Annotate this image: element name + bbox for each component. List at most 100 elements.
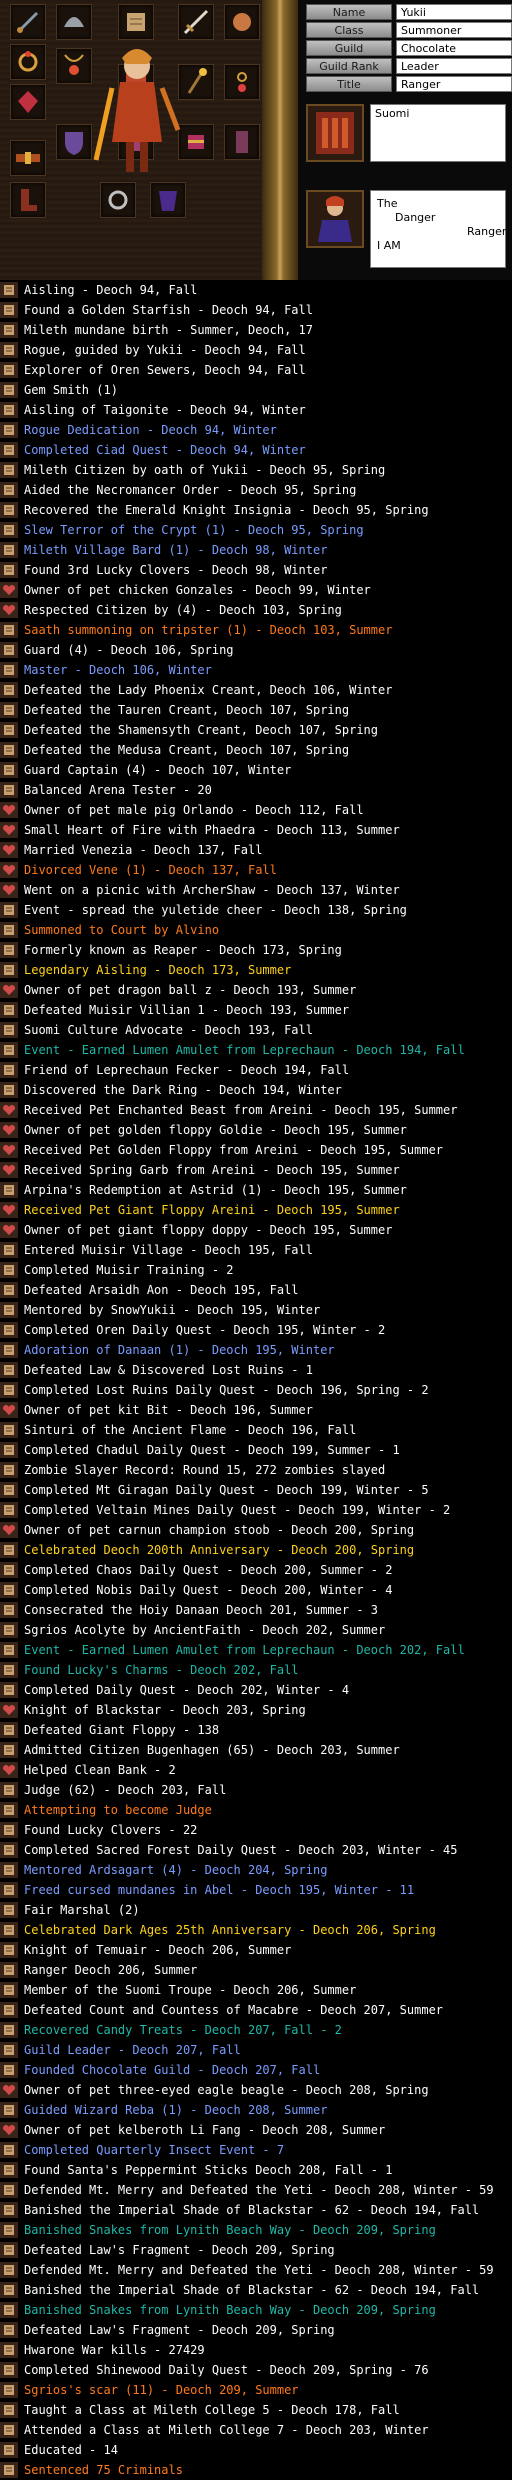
legend-text: Sgrios's scar (11) - Deoch 209, Summer xyxy=(24,2383,299,2397)
title-label: Title xyxy=(306,76,392,92)
character-header: Name Yukii Class Summoner Guild Chocolat… xyxy=(0,0,512,280)
legend-row: Banished the Imperial Shade of Blackstar… xyxy=(0,2280,512,2300)
legend-text: Completed Sacred Forest Daily Quest - De… xyxy=(24,1843,458,1857)
class-label: Class xyxy=(306,22,392,38)
equipment-slot-19[interactable] xyxy=(150,182,186,218)
legend-text: Defeated the Shamensyth Creant, Deoch 10… xyxy=(24,723,379,737)
legend-text: Event - spread the yuletide cheer - Deoc… xyxy=(24,903,407,917)
legend-row: Mentored Ardsagart (4) - Deoch 204, Spri… xyxy=(0,1860,512,1880)
legend-text: Owner of pet chicken Gonzales - Deoch 99… xyxy=(24,583,371,597)
legend-text: Defeated Law's Fragment - Deoch 209, Spr… xyxy=(24,2243,335,2257)
scroll-icon xyxy=(0,462,18,478)
equipment-slot-12[interactable] xyxy=(178,4,214,40)
legend-row: Attempting to become Judge xyxy=(0,1800,512,1820)
profile-name-box: Suomi xyxy=(370,104,506,162)
legend-row: Defeated the Tauren Creant, Deoch 107, S… xyxy=(0,700,512,720)
scroll-icon xyxy=(0,342,18,358)
legend-text: Respected Citizen by (4) - Deoch 103, Sp… xyxy=(24,603,342,617)
legend-text: Defeated Count and Countess of Macabre -… xyxy=(24,2003,444,2017)
legend-row: Celebrated Deoch 200th Anniversary - Deo… xyxy=(0,1540,512,1560)
profile-portrait[interactable] xyxy=(306,104,364,162)
equipment-slot-6[interactable] xyxy=(56,4,92,40)
legend-text: Owner of pet three-eyed eagle beagle - D… xyxy=(24,2083,429,2097)
scroll-icon xyxy=(0,2362,18,2378)
scroll-icon xyxy=(0,1582,18,1598)
legend-text: Attended a Class at Mileth College 7 - D… xyxy=(24,2423,429,2437)
legend-text: Completed Ciad Quest - Deoch 94, Winter xyxy=(24,443,306,457)
scroll-icon xyxy=(0,362,18,378)
quote-line-1: The xyxy=(377,197,398,210)
equipment-slot-3[interactable] xyxy=(10,84,46,120)
info-row-class: Class Summoner xyxy=(306,22,512,38)
boots-icon xyxy=(21,189,37,211)
equipment-slot-5[interactable] xyxy=(10,182,46,218)
legend-row: Defeated Law's Fragment - Deoch 209, Spr… xyxy=(0,2320,512,2340)
scroll-icon xyxy=(0,1182,18,1198)
sword-icon xyxy=(183,9,209,35)
scroll-icon xyxy=(0,1942,18,1958)
heart-icon xyxy=(0,1522,18,1538)
heart-icon xyxy=(0,862,18,878)
equipment-slot-18[interactable] xyxy=(100,182,136,218)
legend-text: Completed Shinewood Daily Quest - Deoch … xyxy=(24,2363,429,2377)
scroll-icon xyxy=(0,2422,18,2438)
quote-line-4: I AM xyxy=(377,239,401,252)
scroll-icon xyxy=(0,1082,18,1098)
scroll-icon xyxy=(0,1602,18,1618)
equipment-slot-2[interactable] xyxy=(10,44,46,80)
equipment-slot-17[interactable] xyxy=(224,124,260,160)
legend-row: Completed Chaos Daily Quest - Deoch 200,… xyxy=(0,1560,512,1580)
legend-text: Recovered the Emerald Knight Insignia - … xyxy=(24,503,429,517)
scroll-icon xyxy=(0,2142,18,2158)
profile-image[interactable] xyxy=(306,190,364,248)
legend-text: Legendary Aisling - Deoch 173, Summer xyxy=(24,963,292,977)
equipment-slot-15[interactable] xyxy=(224,4,260,40)
belt-icon xyxy=(16,152,40,164)
legend-row: Attended a Class at Mileth College 7 - D… xyxy=(0,2420,512,2440)
scroll-icon xyxy=(0,1642,18,1658)
legend-text: Mentored Ardsagart (4) - Deoch 204, Spri… xyxy=(24,1863,328,1877)
scroll-icon xyxy=(0,2062,18,2078)
legend-text: Defeated Law's Fragment - Deoch 209, Spr… xyxy=(24,2323,335,2337)
legend-text: Defended Mt. Merry and Defeated the Yeti… xyxy=(24,2183,494,2197)
scroll-icon xyxy=(0,482,18,498)
legend-row: Guild Leader - Deoch 207, Fall xyxy=(0,2040,512,2060)
legend-text: Guard Captain (4) - Deoch 107, Winter xyxy=(24,763,292,777)
greaves-icon xyxy=(236,131,248,153)
heart-icon xyxy=(0,982,18,998)
legend-row: Celebrated Dark Ages 25th Anniversary - … xyxy=(0,1920,512,1940)
legend-text: Attempting to become Judge xyxy=(24,1803,212,1817)
heart-icon xyxy=(0,1102,18,1118)
scroll-icon xyxy=(0,1382,18,1398)
equipment-slot-9[interactable] xyxy=(118,4,154,40)
legend-row: Owner of pet chicken Gonzales - Deoch 99… xyxy=(0,580,512,600)
legend-text: Owner of pet kelberoth Li Fang - Deoch 2… xyxy=(24,2123,386,2137)
mantle-icon xyxy=(159,191,177,211)
heart-icon xyxy=(0,1402,18,1418)
equipment-slot-16[interactable] xyxy=(224,64,260,100)
scroll-icon xyxy=(0,322,18,338)
legend-text: Owner of pet carnun champion stoob - Deo… xyxy=(24,1523,415,1537)
legend-text: Mileth Citizen by oath of Yukii - Deoch … xyxy=(24,463,386,477)
legend-row: Owner of pet kit Bit - Deoch 196, Summer xyxy=(0,1400,512,1420)
equipment-slot-1[interactable] xyxy=(10,4,46,40)
legend-row: Owner of pet male pig Orlando - Deoch 11… xyxy=(0,800,512,820)
scroll-icon xyxy=(0,1262,18,1278)
legend-text: Gem Smith (1) xyxy=(24,383,118,397)
legend-row: Aisling of Taigonite - Deoch 94, Winter xyxy=(0,400,512,420)
legend-row: Defeated Law & Discovered Lost Ruins - 1 xyxy=(0,1360,512,1380)
legend-text: Banished the Imperial Shade of Blackstar… xyxy=(24,2283,480,2297)
equipment-slot-4[interactable] xyxy=(10,140,46,176)
heart-icon xyxy=(0,802,18,818)
scroll-icon xyxy=(0,2222,18,2238)
scroll-icon xyxy=(0,562,18,578)
legend-text: Banished Snakes from Lynith Beach Way - … xyxy=(24,2223,436,2237)
legend-row: Completed Shinewood Daily Quest - Deoch … xyxy=(0,2360,512,2380)
legend-text: Taught a Class at Mileth College 5 - Deo… xyxy=(24,2403,400,2417)
legend-row: Hwarone War kills - 27429 xyxy=(0,2340,512,2360)
scroll-icon xyxy=(0,1922,18,1938)
legend-row: Completed Oren Daily Quest - Deoch 195, … xyxy=(0,1320,512,1340)
legend-row: Guided Wizard Reba (1) - Deoch 208, Summ… xyxy=(0,2100,512,2120)
legend-row: Fair Marshal (2) xyxy=(0,1900,512,1920)
legend-row: Summoned to Court by Alvino xyxy=(0,920,512,940)
